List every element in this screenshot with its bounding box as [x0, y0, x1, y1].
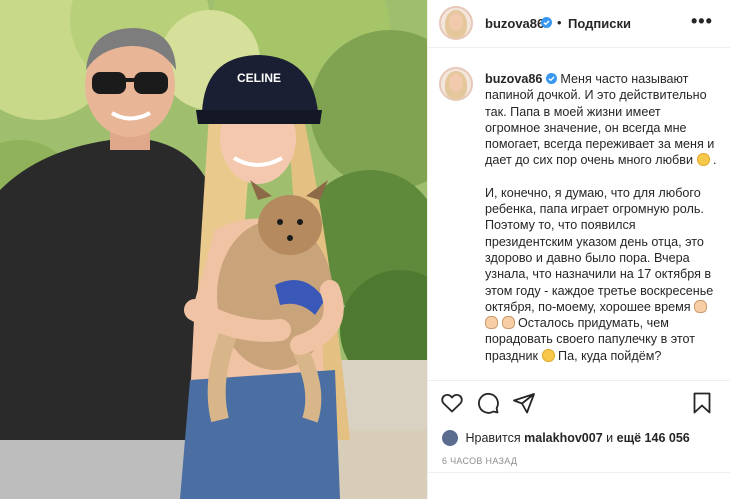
caption-username[interactable]: buzova86 — [485, 72, 542, 86]
post-timestamp[interactable]: 6 ЧАСОВ НАЗАД — [442, 456, 517, 466]
smiling-face-with-hearts-icon — [541, 348, 555, 362]
caption-paragraph-2: И, конечно, я думаю, что для любого ребе… — [485, 185, 714, 314]
post-photo[interactable]: CELINE — [0, 0, 427, 499]
post-header: buzova86 • Подписки ••• — [428, 0, 730, 48]
verified-icon — [545, 73, 557, 84]
likes-count[interactable]: ещё 146 056 — [617, 431, 690, 445]
clapping-hands-icon — [501, 316, 515, 330]
liker-username[interactable]: malakhov007 — [524, 431, 603, 445]
comment-bar — [428, 472, 730, 499]
clapping-hands-icon — [485, 316, 498, 330]
share-icon[interactable] — [512, 391, 536, 415]
caption-paragraph-2-end: Па, куда пойдём? — [558, 348, 662, 363]
caption-scroll-area[interactable]: buzova86 Меня часто называют папиной доч… — [428, 49, 730, 379]
post-caption: buzova86 Меня часто называют папиной доч… — [485, 71, 718, 364]
smiling-face-with-hearts-icon — [696, 153, 710, 167]
liker-avatar — [442, 430, 458, 446]
verified-icon — [541, 17, 552, 28]
likes-prefix: Нравится — [465, 431, 521, 445]
likes-summary[interactable]: Нравится malakhov007 и ещё 146 056 — [442, 430, 690, 446]
following-button[interactable]: Подписки — [568, 16, 631, 31]
hat-logo-text: CELINE — [237, 71, 281, 85]
likes-conjunction: и — [606, 431, 614, 445]
caption-author-avatar[interactable] — [439, 67, 473, 101]
comment-icon[interactable] — [476, 391, 500, 415]
header-separator: • — [557, 15, 562, 30]
post-side-panel: buzova86 • Подписки ••• buzova86 Меня ча… — [427, 0, 730, 499]
instagram-post: CELINE buzova86 • Подписки ••• buzova86 … — [0, 0, 730, 499]
clapping-hands-icon — [694, 299, 708, 313]
post-actions-bar — [428, 380, 730, 424]
more-options-icon[interactable]: ••• — [691, 12, 713, 30]
photo-illustration: CELINE — [0, 0, 427, 499]
heart-icon[interactable] — [440, 391, 464, 415]
author-username[interactable]: buzova86 — [485, 16, 544, 31]
caption-paragraph-1: Меня часто называют папиной дочкой. И эт… — [485, 72, 715, 168]
caption-paragraph-1-end: . — [713, 153, 717, 168]
author-avatar[interactable] — [439, 6, 473, 40]
bookmark-icon[interactable] — [690, 391, 714, 415]
